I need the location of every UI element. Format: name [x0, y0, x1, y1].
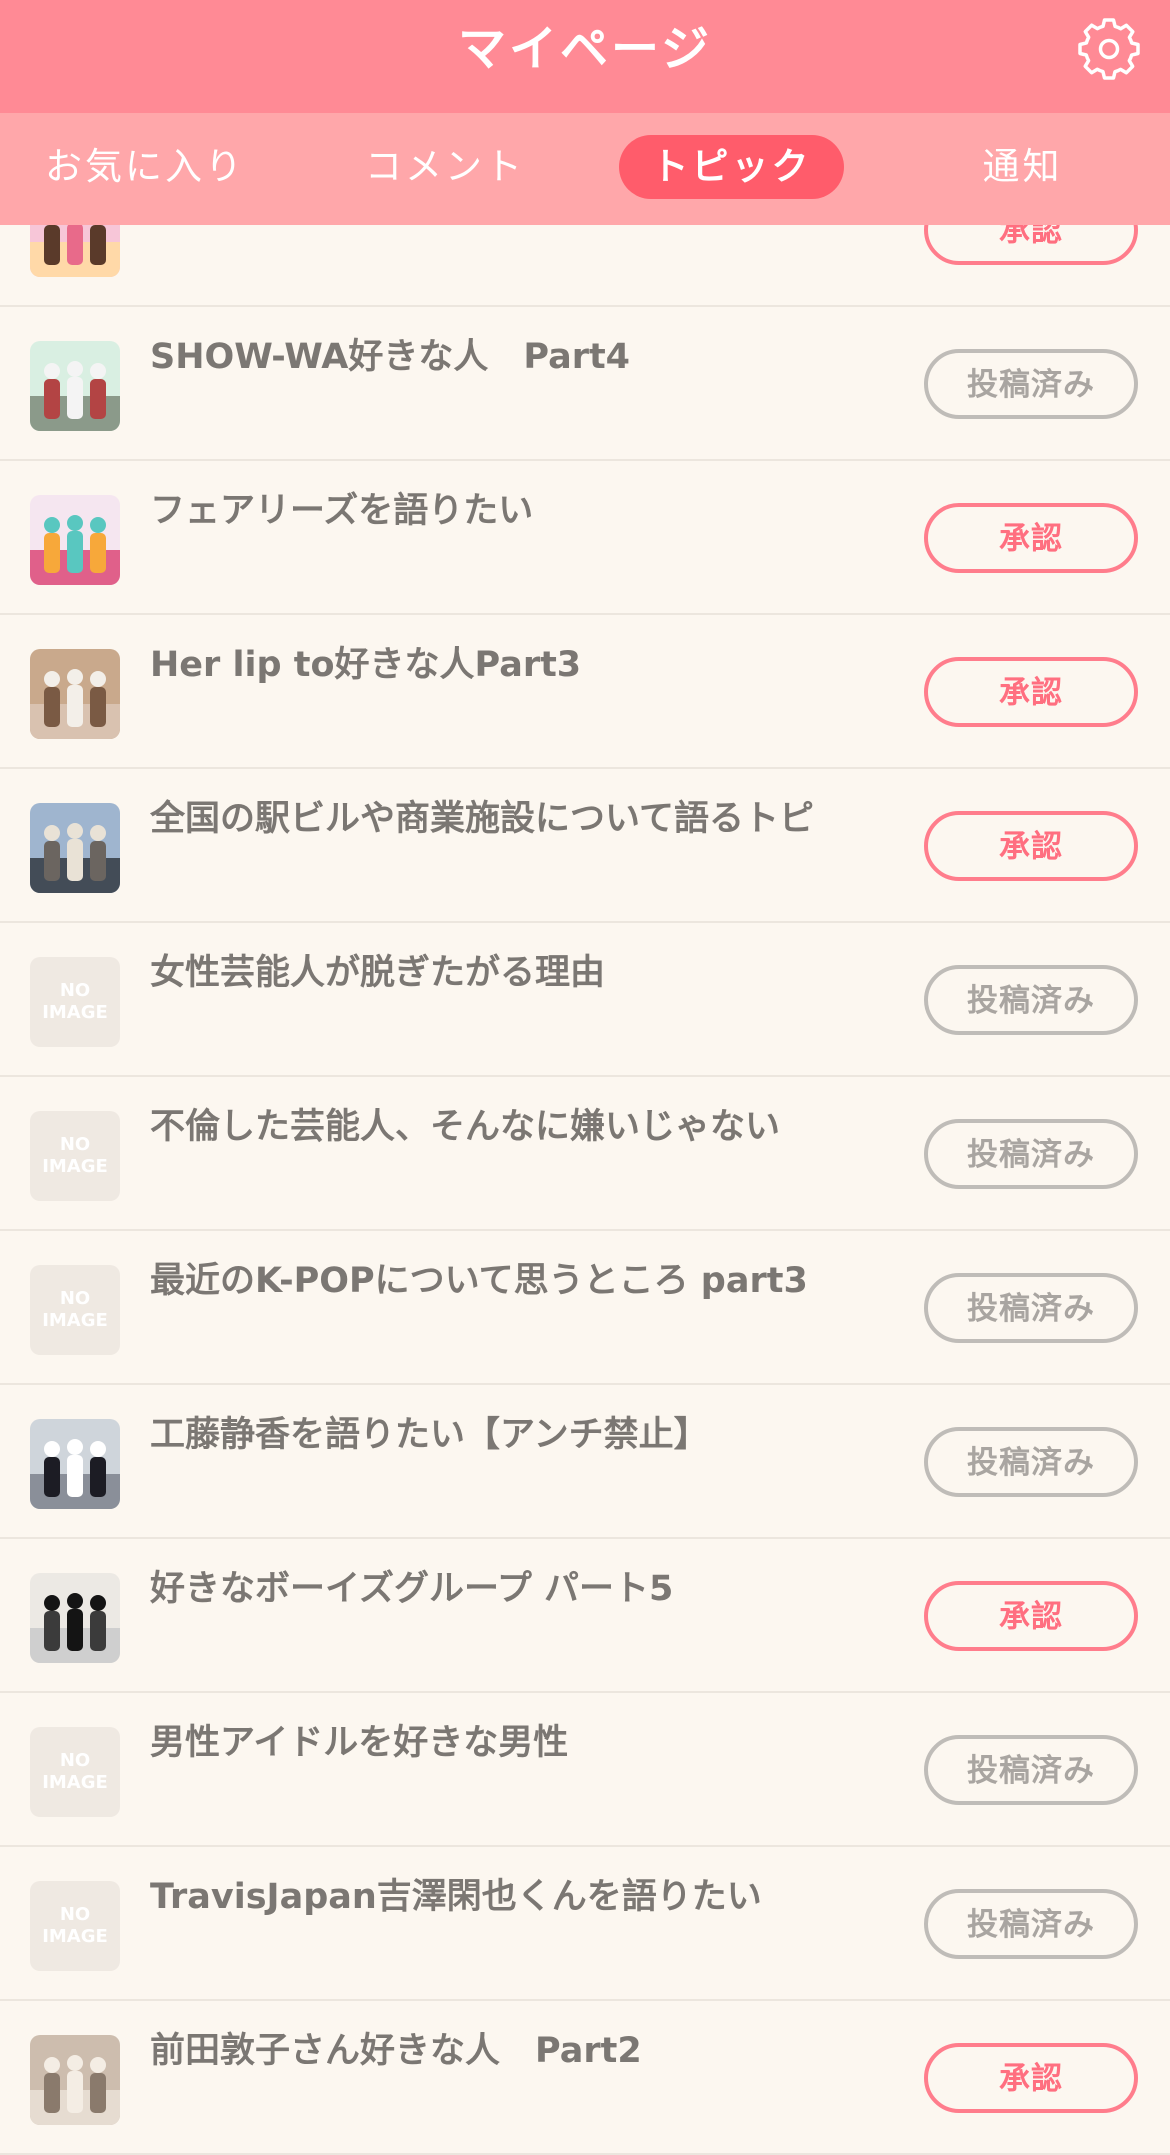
- posted-button[interactable]: 投稿済み: [924, 1889, 1138, 1959]
- app-header: マイページ: [0, 0, 1170, 113]
- topic-thumbnail: [30, 649, 120, 739]
- no-image-text: NO: [59, 1134, 91, 1155]
- topic-row[interactable]: NO IMAGE 女性芸能人が脱ぎたがる理由 投稿済み: [0, 923, 1170, 1077]
- posted-button[interactable]: 投稿済み: [924, 1735, 1138, 1805]
- no-image-text: NO: [59, 1904, 91, 1925]
- posted-button[interactable]: 投稿済み: [924, 349, 1138, 419]
- topic-row[interactable]: Her lip to好きな人Part3 承認: [0, 615, 1170, 769]
- topic-title[interactable]: 工藤静香を語りたい【アンチ禁止】: [150, 1412, 830, 1458]
- tab-comments[interactable]: コメント: [345, 135, 545, 199]
- topic-row[interactable]: NO IMAGE 不倫した芸能人、そんなに嫌いじゃない 投稿済み: [0, 1077, 1170, 1231]
- page-title: マイページ: [457, 21, 713, 77]
- posted-button[interactable]: 投稿済み: [924, 1119, 1138, 1189]
- approve-button[interactable]: 承認: [924, 503, 1138, 573]
- topic-title[interactable]: 不倫した芸能人、そんなに嫌いじゃない: [150, 1104, 830, 1150]
- topic-row[interactable]: フェアリーズを語りたい 承認: [0, 461, 1170, 615]
- no-image-placeholder: NO IMAGE: [30, 957, 120, 1047]
- no-image-placeholder: NO IMAGE: [30, 1111, 120, 1201]
- topic-thumbnail: [30, 341, 120, 431]
- no-image-text: IMAGE: [42, 1926, 108, 1947]
- topic-thumbnail: [30, 803, 120, 893]
- topic-row[interactable]: SHOW-WA好きな人 Part4 投稿済み: [0, 307, 1170, 461]
- approve-button[interactable]: 承認: [924, 657, 1138, 727]
- no-image-placeholder: NO IMAGE: [30, 1881, 120, 1971]
- gear-icon[interactable]: [1076, 16, 1142, 82]
- topic-title[interactable]: Her lip to好きな人Part3: [150, 642, 830, 688]
- topic-thumbnail: [30, 1419, 120, 1509]
- topic-title[interactable]: 好きなボーイズグループ パート5: [150, 1566, 830, 1612]
- tab-notifications[interactable]: 通知: [950, 135, 1095, 199]
- topic-row[interactable]: 前田敦子さん好きな人 Part2 承認: [0, 2001, 1170, 2155]
- topic-thumbnail: [30, 1573, 120, 1663]
- no-image-text: IMAGE: [42, 1002, 108, 1023]
- no-image-text: NO: [59, 980, 91, 1001]
- topic-row[interactable]: NO IMAGE 最近のK-POPについて思うところ part3 投稿済み: [0, 1231, 1170, 1385]
- no-image-text: IMAGE: [42, 1310, 108, 1331]
- no-image-placeholder: NO IMAGE: [30, 1727, 120, 1817]
- approve-button[interactable]: 承認: [924, 2043, 1138, 2113]
- topic-list: かりそめ天国を語りたい Part3承認SHOW-WA好きな人 Part4投稿済み…: [0, 153, 1170, 2155]
- topic-thumbnail: [30, 495, 120, 585]
- no-image-text: IMAGE: [42, 1772, 108, 1793]
- no-image-placeholder: NO IMAGE: [30, 1265, 120, 1355]
- posted-button[interactable]: 投稿済み: [924, 1273, 1138, 1343]
- topic-title[interactable]: 最近のK-POPについて思うところ part3: [150, 1258, 830, 1304]
- topic-title[interactable]: フェアリーズを語りたい: [150, 488, 830, 534]
- topic-title[interactable]: 全国の駅ビルや商業施設について語るトピ: [150, 796, 830, 842]
- topic-title[interactable]: SHOW-WA好きな人 Part4: [150, 334, 830, 380]
- posted-button[interactable]: 投稿済み: [924, 965, 1138, 1035]
- topic-row[interactable]: NO IMAGE 男性アイドルを好きな男性 投稿済み: [0, 1693, 1170, 1847]
- approve-button[interactable]: 承認: [924, 811, 1138, 881]
- posted-button[interactable]: 投稿済み: [924, 1427, 1138, 1497]
- topic-title[interactable]: 男性アイドルを好きな男性: [150, 1720, 830, 1766]
- topic-row[interactable]: 全国の駅ビルや商業施設について語るトピ 承認: [0, 769, 1170, 923]
- topic-row[interactable]: NO IMAGE TravisJapan吉澤閑也くんを語りたい 投稿済み: [0, 1847, 1170, 2001]
- topic-row[interactable]: 好きなボーイズグループ パート5 承認: [0, 1539, 1170, 1693]
- topic-title[interactable]: TravisJapan吉澤閑也くんを語りたい: [150, 1874, 830, 1920]
- no-image-text: NO: [59, 1288, 91, 1309]
- topic-row[interactable]: 工藤静香を語りたい【アンチ禁止】 投稿済み: [0, 1385, 1170, 1539]
- tab-bar: お気に入り コメント トピック 通知: [0, 113, 1170, 225]
- approve-button[interactable]: 承認: [924, 1581, 1138, 1651]
- tab-topics[interactable]: トピック: [619, 135, 844, 199]
- tab-favorites[interactable]: お気に入り: [35, 135, 255, 199]
- topic-title[interactable]: 前田敦子さん好きな人 Part2: [150, 2028, 830, 2074]
- topic-thumbnail: [30, 2035, 120, 2125]
- no-image-text: NO: [59, 1750, 91, 1771]
- no-image-text: IMAGE: [42, 1156, 108, 1177]
- topic-title[interactable]: 女性芸能人が脱ぎたがる理由: [150, 950, 830, 996]
